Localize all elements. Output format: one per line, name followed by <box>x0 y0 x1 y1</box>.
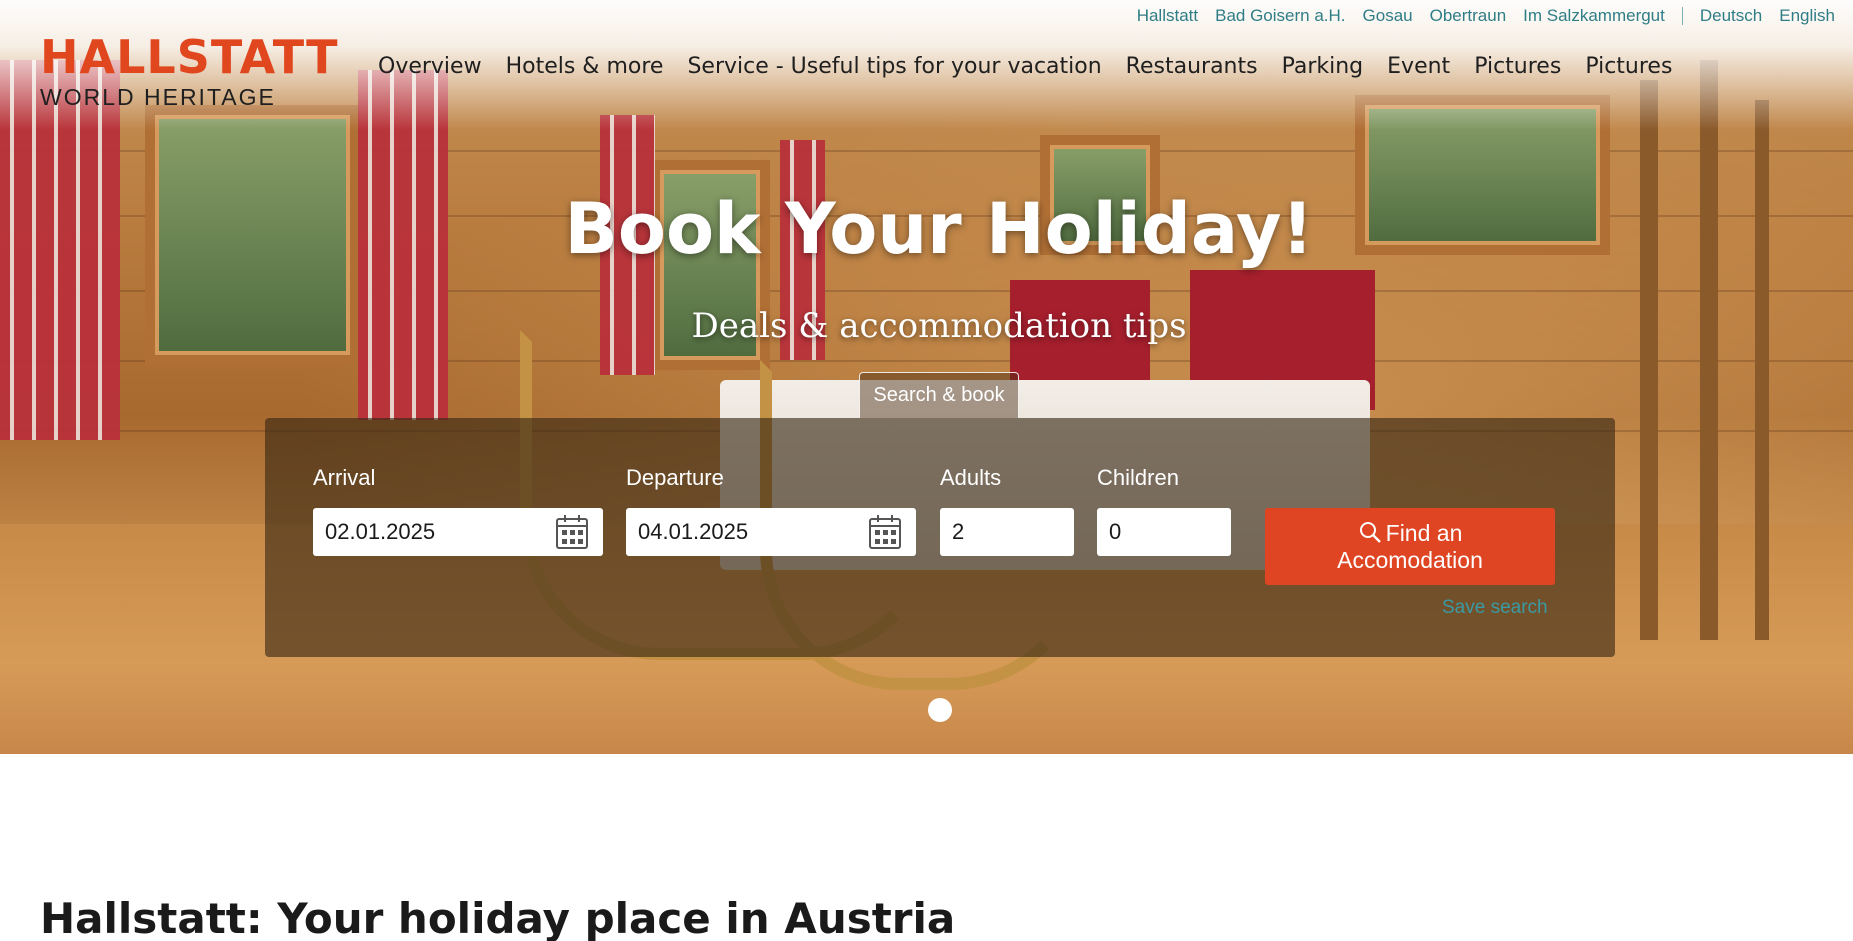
nav-service[interactable]: Service - Useful tips for your vacation <box>687 54 1101 79</box>
find-accommodation-button[interactable]: Find an Accomodation <box>1265 508 1555 585</box>
nav-hotels[interactable]: Hotels & more <box>506 54 664 79</box>
departure-field[interactable]: 04.01.2025 <box>626 508 916 556</box>
arrival-label: Arrival <box>313 465 376 490</box>
page-heading: Hallstatt: Your holiday place in Austria <box>40 894 956 941</box>
departure-label: Departure <box>626 465 724 490</box>
children-label: Children <box>1097 465 1179 490</box>
save-search-link[interactable]: Save search <box>1442 597 1548 619</box>
nav-overview[interactable]: Overview <box>378 54 482 79</box>
nav-restaurants[interactable]: Restaurants <box>1126 54 1258 79</box>
hero-banner: Book Your Holiday! Deals & accommodation… <box>0 0 1853 754</box>
divider <box>1681 7 1683 25</box>
ladder <box>1640 80 1658 640</box>
util-link-gosau[interactable]: Gosau <box>1363 6 1413 26</box>
adults-input[interactable]: 2 <box>940 508 1074 556</box>
ladder <box>1700 60 1718 640</box>
logo[interactable]: HALLSTATT WORLD HERITAGE <box>40 34 339 111</box>
calendar-icon[interactable] <box>868 514 902 550</box>
booking-panel: Arrival 02.01.2025 Departure 04.01.2025 <box>265 418 1615 657</box>
arrival-value: 02.01.2025 <box>325 519 436 544</box>
main-nav: Overview Hotels & more Service - Useful … <box>378 54 1696 79</box>
find-button-content: Find an Accomodation <box>1283 520 1537 574</box>
logo-title: HALLSTATT <box>40 30 339 84</box>
search-book-tab[interactable]: Search & book <box>859 372 1019 418</box>
lang-deutsch[interactable]: Deutsch <box>1700 6 1762 26</box>
search-icon <box>1359 521 1381 543</box>
nav-pictures[interactable]: Pictures <box>1474 54 1561 79</box>
nav-parking[interactable]: Parking <box>1282 54 1364 79</box>
util-link-hallstatt[interactable]: Hallstatt <box>1137 6 1198 26</box>
nav-pictures-2[interactable]: Pictures <box>1585 54 1672 79</box>
arrival-field[interactable]: 02.01.2025 <box>313 508 603 556</box>
logo-subtitle: WORLD HERITAGE <box>40 84 276 110</box>
lang-english[interactable]: English <box>1779 6 1835 26</box>
hero-subtitle: Deals & accommodation tips <box>691 306 1187 346</box>
util-link-obertraun[interactable]: Obertraun <box>1430 6 1507 26</box>
hero-title: Book Your Holiday! <box>564 188 1314 270</box>
utility-nav: Hallstatt Bad Goisern a.H. Gosau Obertra… <box>1120 6 1835 26</box>
calendar-icon[interactable] <box>555 514 589 550</box>
util-link-salzkammergut[interactable]: Im Salzkammergut <box>1523 6 1665 26</box>
util-link-bad-goisern[interactable]: Bad Goisern a.H. <box>1215 6 1345 26</box>
nav-event[interactable]: Event <box>1387 54 1450 79</box>
slider-dot[interactable] <box>928 698 952 722</box>
adults-label: Adults <box>940 465 1002 490</box>
departure-value: 04.01.2025 <box>638 519 749 544</box>
ladder <box>1755 100 1769 640</box>
children-input[interactable]: 0 <box>1097 508 1231 556</box>
